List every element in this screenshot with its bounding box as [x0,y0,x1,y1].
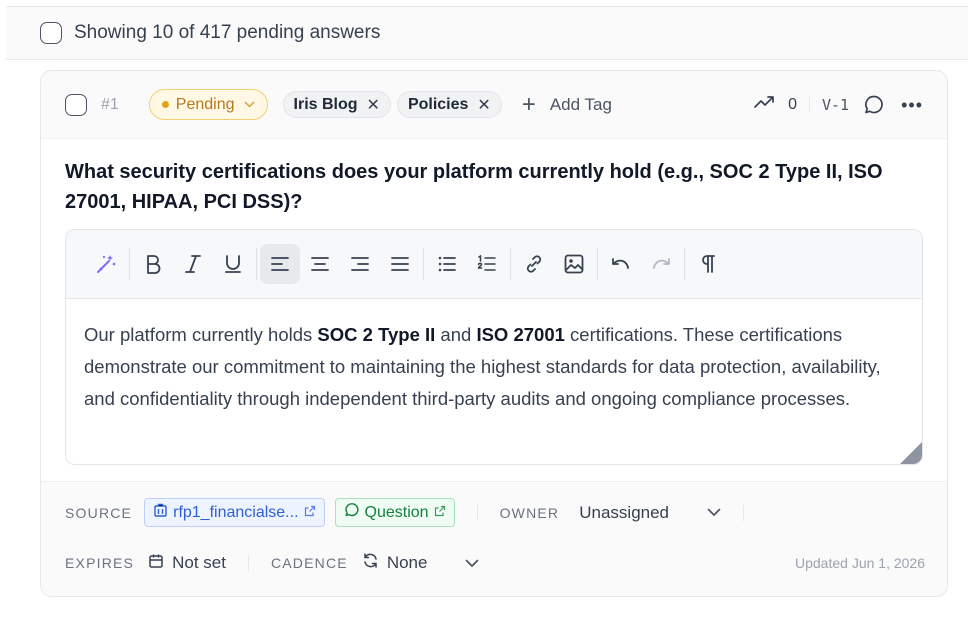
version-label[interactable]: V-1 [822,96,849,114]
tag-label: Iris Blog [293,95,358,113]
image-icon[interactable] [554,244,594,284]
cadence-select[interactable]: None [362,552,480,574]
numbered-list-icon[interactable] [467,244,507,284]
plus-icon: + [521,90,536,118]
pending-count-label: Showing 10 of 417 pending answers [74,22,381,43]
align-justify-icon[interactable] [380,244,420,284]
divider [809,96,810,113]
external-link-icon [304,505,316,520]
link-icon[interactable] [514,244,554,284]
remove-tag-icon[interactable]: ✕ [477,95,490,115]
toolbar-divider [684,248,685,280]
toolbar-divider [597,248,598,280]
owner-select[interactable]: Unassigned [579,503,669,523]
cadence-label: CADENCE [270,555,348,571]
card-body: What security certifications does your p… [41,139,947,481]
item-number: #1 [101,95,119,113]
more-options-icon[interactable]: ••• [901,96,923,114]
list-header: Showing 10 of 417 pending answers [6,6,968,60]
trend-count: 0 [788,95,797,113]
card-header: #1 Pending Iris Blog ✕ Policies ✕ + Add … [41,71,947,139]
select-all-checkbox[interactable] [40,22,62,44]
pilcrow-icon[interactable] [688,244,728,284]
expires-label: EXPIRES [65,555,135,571]
source-type-label: Question [364,503,429,521]
undo-icon[interactable] [601,244,641,284]
answer-bold-text: ISO 27001 [476,324,565,345]
bold-icon[interactable] [133,244,173,284]
toolbar-divider [129,248,130,280]
status-dropdown[interactable]: Pending [148,89,268,120]
comment-icon[interactable] [863,94,885,116]
add-tag-button[interactable]: + Add Tag [521,90,612,118]
divider [743,504,745,521]
cadence-value: None [386,553,428,572]
toolbar-divider [256,248,257,280]
footer-row-source: SOURCE rfp1_financialse... Question OWNE… [65,498,766,527]
chevron-down-icon[interactable] [707,504,721,522]
underline-icon[interactable] [213,244,253,284]
source-label: SOURCE [65,504,133,521]
align-right-icon[interactable] [340,244,380,284]
answer-text: and [435,324,477,345]
answer-editor[interactable]: Our platform currently holds SOC 2 Type … [65,229,923,465]
align-left-icon[interactable] [260,244,300,284]
card-footer: SOURCE rfp1_financialse... Question OWNE… [41,481,947,596]
refresh-icon [362,552,379,574]
toolbar-divider [423,248,424,280]
card-header-actions: 0 V-1 ••• [754,94,923,116]
trending-up-icon [754,95,776,114]
trend-counter[interactable]: 0 [754,95,797,114]
expires-picker[interactable]: Not set [148,553,226,574]
answer-content[interactable]: Our platform currently holds SOC 2 Type … [66,299,922,415]
editor-toolbar [66,230,922,299]
magic-wand-icon[interactable] [86,244,126,284]
add-tag-label: Add Tag [549,94,612,114]
source-file-chip[interactable]: rfp1_financialse... [144,498,325,527]
building-icon [153,503,168,523]
status-label: Pending [175,95,235,113]
tag-label: Policies [407,95,469,113]
toolbar-divider [510,248,511,280]
tag-chip: Iris Blog ✕ [282,91,391,118]
resize-handle[interactable] [900,442,922,464]
source-file-name: rfp1_financialse... [173,503,299,521]
answer-text: Our platform currently holds [84,324,318,345]
chevron-down-icon [465,553,479,573]
footer-row-expires: EXPIRES Not set CADENCE None Updated Jun… [65,552,925,574]
answer-bold-text: SOC 2 Type II [317,324,436,345]
divider [476,504,478,521]
source-type-chip[interactable]: Question [334,498,455,527]
divider [247,555,249,571]
bullet-list-icon[interactable] [427,244,467,284]
comment-icon [344,502,360,523]
chevron-down-icon [243,99,255,111]
italic-icon[interactable] [173,244,213,284]
align-center-icon[interactable] [300,244,340,284]
redo-icon[interactable] [641,244,681,284]
status-dot-icon [161,101,169,108]
updated-timestamp: Updated Jun 1, 2026 [795,555,925,571]
remove-tag-icon[interactable]: ✕ [367,95,380,115]
expires-value: Not set [172,553,226,572]
external-link-icon [434,505,446,520]
tag-chip: Policies ✕ [396,91,502,118]
question-text: What security certifications does your p… [65,161,883,213]
answer-card: #1 Pending Iris Blog ✕ Policies ✕ + Add … [40,70,948,597]
item-checkbox[interactable] [65,93,87,116]
owner-label: OWNER [499,504,560,521]
calendar-icon [148,553,164,574]
